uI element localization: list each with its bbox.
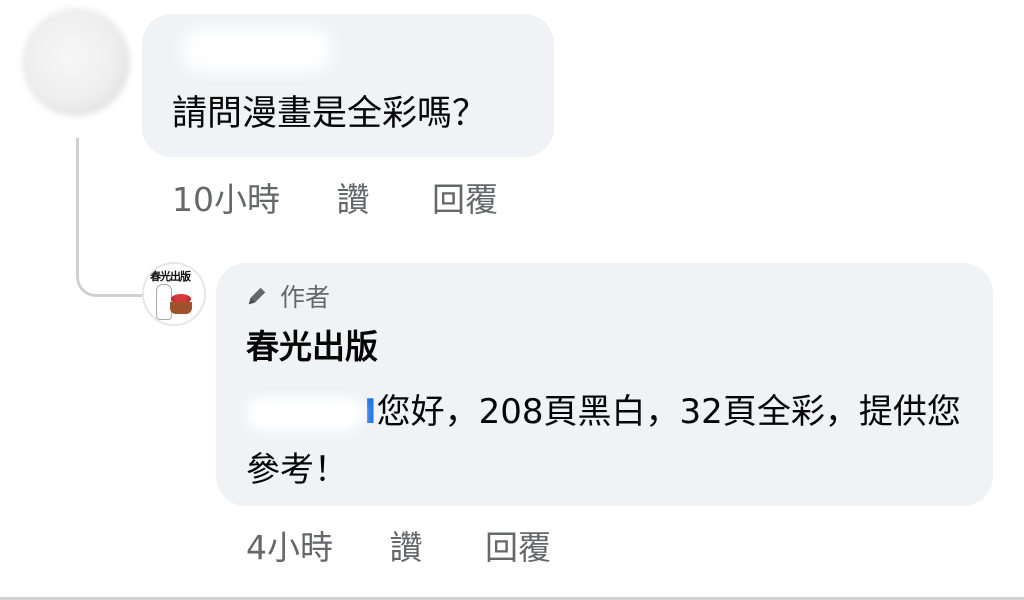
page-avatar[interactable]: 春光出版 — [142, 262, 206, 326]
commenter-name-redacted[interactable] — [182, 28, 332, 72]
reply-bubble: 作者 春光出版 I您好，208頁黑白，32頁全彩，提供您參考！ — [216, 263, 993, 506]
reply-actions: 4小時 讚 回覆 — [246, 528, 551, 568]
comment-bubble: 請問漫畫是全彩嗎？ — [142, 14, 554, 157]
like-button[interactable]: 讚 — [337, 180, 370, 220]
page-name[interactable]: 春光出版 — [246, 325, 378, 369]
avatar-logo-text: 春光出版 — [150, 270, 191, 283]
author-badge: 作者 — [246, 281, 330, 316]
mention-redacted[interactable] — [246, 396, 364, 431]
author-badge-label: 作者 — [280, 283, 331, 312]
comment-text: 請問漫畫是全彩嗎？ — [172, 94, 488, 134]
mention-tail[interactable]: I — [364, 392, 377, 432]
comment-actions: 10小時 讚 回覆 — [172, 180, 498, 220]
reply-button[interactable]: 回覆 — [432, 180, 498, 220]
reply-timestamp[interactable]: 4小時 — [246, 528, 333, 568]
reply-text: I您好，208頁黑白，32頁全彩，提供您參考！ — [246, 383, 976, 499]
pencil-icon — [246, 282, 268, 316]
commenter-avatar[interactable] — [22, 8, 130, 116]
avatar-basket — [170, 302, 192, 314]
thread-connector-line — [76, 138, 143, 297]
like-button[interactable]: 讚 — [390, 528, 423, 568]
reply-button[interactable]: 回覆 — [485, 528, 551, 568]
comment-timestamp[interactable]: 10小時 — [172, 180, 280, 220]
